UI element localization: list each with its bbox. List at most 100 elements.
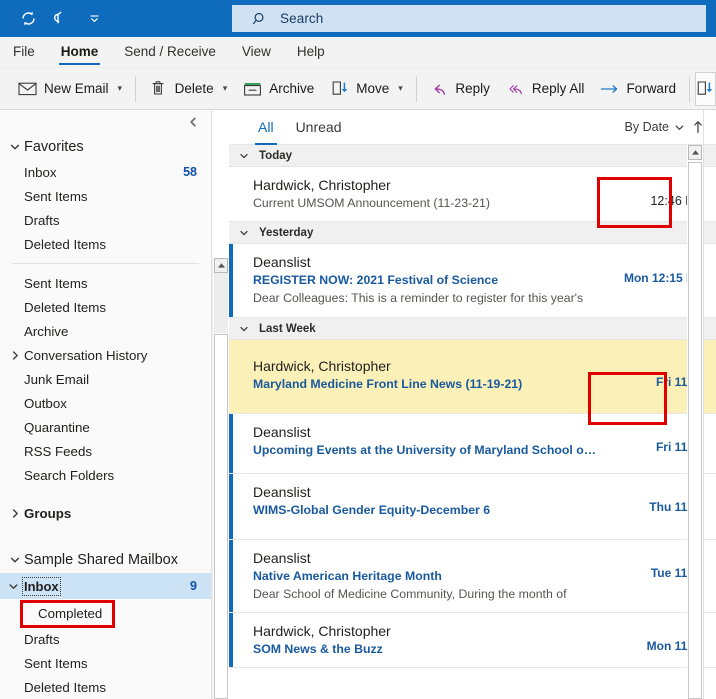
group-header-today[interactable]: Today bbox=[229, 145, 716, 167]
nav-group-favorites[interactable]: Favorites bbox=[0, 134, 211, 160]
move-folder-icon bbox=[696, 80, 714, 97]
flag-orange-icon[interactable] bbox=[584, 176, 704, 194]
divider bbox=[689, 76, 690, 102]
sidebar-item-junk-email[interactable]: Junk Email bbox=[0, 367, 211, 391]
sidebar-item-label: Outbox bbox=[24, 396, 211, 411]
chevron-down-icon[interactable]: ▾ bbox=[118, 83, 123, 94]
sidebar-item-quarantine[interactable]: Quarantine bbox=[0, 415, 211, 439]
sidebar-item-label: Sent Items bbox=[24, 656, 211, 671]
undo-icon[interactable] bbox=[47, 6, 75, 32]
message-sender: Deanslist bbox=[253, 549, 704, 567]
sidebar-item-favorites-drafts[interactable]: Drafts bbox=[0, 208, 211, 232]
message-subject: Native American Heritage Month bbox=[253, 568, 613, 585]
sidebar-item-shared-deleted-items[interactable]: Deleted Items bbox=[0, 675, 211, 699]
reply-button[interactable]: Reply bbox=[421, 72, 498, 106]
message-list-item[interactable]: Hardwick, Christopher SOM News & the Buz… bbox=[229, 613, 716, 668]
quick-access-toolbar bbox=[0, 6, 108, 32]
sidebar-item-conversation-history[interactable]: Conversation History bbox=[0, 343, 211, 367]
message-subject: WIMS-Global Gender Equity-December 6 bbox=[253, 502, 613, 519]
message-list-item[interactable]: Hardwick, Christopher Maryland Medicine … bbox=[229, 340, 716, 413]
sidebar-item-search-folders[interactable]: Search Folders bbox=[0, 463, 211, 487]
tab-help[interactable]: Help bbox=[284, 36, 338, 67]
sidebar-item-archive[interactable]: Archive bbox=[0, 319, 211, 343]
message-date: Thu 11/18 bbox=[584, 500, 704, 514]
reply-all-button[interactable]: Reply All bbox=[498, 72, 593, 106]
customize-caret-icon[interactable] bbox=[80, 6, 108, 32]
tab-file[interactable]: File bbox=[0, 36, 48, 67]
message-meta: 12:46 PM bbox=[584, 176, 704, 208]
divider bbox=[416, 76, 417, 102]
sidebar-item-sent-items[interactable]: Sent Items bbox=[0, 271, 211, 295]
tab-send-receive[interactable]: Send / Receive bbox=[111, 36, 229, 67]
chevron-down-icon bbox=[239, 228, 249, 238]
archive-button[interactable]: Archive bbox=[235, 72, 322, 106]
collapse-pane-row bbox=[0, 110, 211, 134]
sidebar-item-rss-feeds[interactable]: RSS Feeds bbox=[0, 439, 211, 463]
nav-pane-scrollbar[interactable] bbox=[212, 258, 228, 699]
tab-view[interactable]: View bbox=[229, 36, 284, 67]
message-subject: Maryland Medicine Front Line News (11-19… bbox=[253, 376, 583, 393]
nav-group-shared-mailbox[interactable]: Sample Shared Mailbox bbox=[0, 547, 211, 573]
pane-edge-divider bbox=[703, 110, 704, 699]
group-header-yesterday[interactable]: Yesterday bbox=[229, 222, 716, 244]
sidebar-item-favorites-inbox[interactable]: Inbox 58 bbox=[0, 160, 211, 184]
scrollbar-thumb[interactable] bbox=[214, 273, 228, 333]
move-label: Move bbox=[356, 81, 389, 96]
sidebar-item-outbox[interactable]: Outbox bbox=[0, 391, 211, 415]
chevron-down-icon bbox=[8, 554, 22, 566]
sidebar-item-completed[interactable]: Completed bbox=[0, 599, 211, 627]
message-list-item[interactable]: Deanslist Upcoming Events at the Univers… bbox=[229, 413, 716, 474]
message-subject: SOM News & the Buzz bbox=[253, 641, 613, 658]
chevron-right-icon[interactable] bbox=[10, 508, 21, 519]
archive-icon bbox=[243, 81, 262, 97]
scrollbar-track[interactable] bbox=[688, 162, 702, 699]
chevron-down-icon[interactable] bbox=[8, 581, 19, 592]
sort-by-button[interactable]: By Date bbox=[625, 120, 685, 134]
move-button[interactable]: Move ▾ bbox=[322, 72, 411, 106]
sidebar-item-favorites-sent-items[interactable]: Sent Items bbox=[0, 184, 211, 208]
chevron-right-icon[interactable] bbox=[10, 350, 21, 361]
scroll-up-arrow-icon[interactable] bbox=[688, 145, 702, 160]
chevron-left-icon[interactable] bbox=[187, 116, 199, 128]
new-email-button[interactable]: New Email ▾ bbox=[10, 72, 130, 106]
filter-unread[interactable]: Unread bbox=[293, 110, 345, 145]
spacer bbox=[0, 487, 211, 501]
sidebar-item-label: Drafts bbox=[24, 213, 211, 228]
envelope-icon bbox=[18, 81, 37, 96]
scrollbar-track[interactable] bbox=[214, 334, 228, 699]
message-list-item[interactable]: Deanslist REGISTER NOW: 2021 Festival of… bbox=[229, 244, 716, 318]
sync-icon[interactable] bbox=[14, 6, 42, 32]
chevron-down-icon[interactable]: ▾ bbox=[398, 83, 403, 94]
message-list-item[interactable]: Deanslist Native American Heritage Month… bbox=[229, 540, 716, 613]
chevron-down-icon[interactable]: ▾ bbox=[223, 83, 228, 94]
sidebar-item-groups[interactable]: Groups bbox=[0, 501, 211, 525]
scroll-up-arrow-icon[interactable] bbox=[214, 258, 228, 273]
message-list-item[interactable]: Deanslist WIMS-Global Gender Equity-Dece… bbox=[229, 474, 716, 540]
sidebar-item-label: Completed bbox=[38, 606, 211, 621]
forward-button[interactable]: Forward bbox=[592, 72, 684, 106]
flag-red-icon[interactable] bbox=[584, 357, 704, 375]
filter-all[interactable]: All bbox=[255, 110, 277, 145]
new-email-label: New Email bbox=[44, 81, 109, 96]
paperclip-icon[interactable] bbox=[584, 253, 704, 271]
message-sender: Deanslist bbox=[253, 483, 704, 501]
sidebar-item-deleted-items[interactable]: Deleted Items bbox=[0, 295, 211, 319]
search-input[interactable]: Search bbox=[232, 5, 706, 32]
archive-label: Archive bbox=[269, 81, 314, 96]
sidebar-item-shared-inbox[interactable]: Inbox 9 bbox=[0, 573, 211, 599]
divider bbox=[135, 76, 136, 102]
reply-all-arrow-icon bbox=[506, 81, 525, 97]
sidebar-item-favorites-deleted-items[interactable]: Deleted Items bbox=[0, 232, 211, 256]
sidebar-item-shared-sent-items[interactable]: Sent Items bbox=[0, 651, 211, 675]
sidebar-item-shared-drafts[interactable]: Drafts bbox=[0, 627, 211, 651]
group-header-last-week[interactable]: Last Week bbox=[229, 318, 716, 340]
message-meta: Fri 11/19 bbox=[584, 440, 704, 454]
delete-button[interactable]: Delete ▾ bbox=[141, 72, 236, 106]
move-to-folder-overflow-button[interactable] bbox=[695, 72, 716, 106]
message-list-item[interactable]: Hardwick, Christopher Current UMSOM Anno… bbox=[229, 167, 716, 222]
tab-home[interactable]: Home bbox=[48, 36, 112, 67]
reply-label: Reply bbox=[455, 81, 490, 96]
ribbon-toolbar: New Email ▾ Delete ▾ Archive bbox=[0, 68, 716, 110]
message-list-scrollbar[interactable] bbox=[687, 145, 703, 699]
search-icon bbox=[252, 11, 268, 27]
